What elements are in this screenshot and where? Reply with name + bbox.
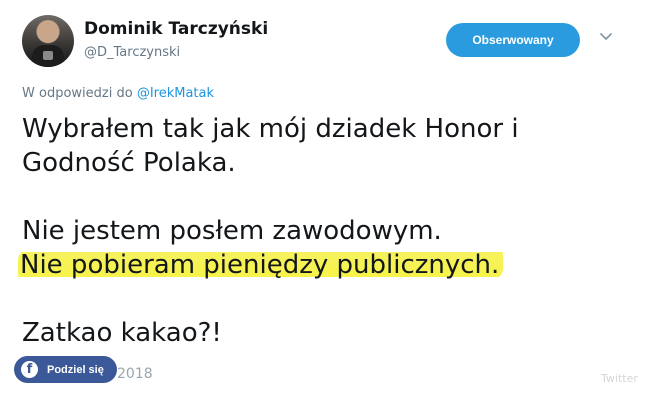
reply-context: W odpowiedzi do @IrekMatak xyxy=(22,86,214,101)
tweet-line: Godność Polaka. xyxy=(22,148,236,178)
reply-mention-link[interactable]: @IrekMatak xyxy=(137,86,214,101)
following-button[interactable]: Obserwowany xyxy=(446,23,580,57)
highlighter-mark: Nie pobieram pieniędzy publicznych. xyxy=(18,250,504,280)
tweet-card: Dominik Tarczyński @D_Tarczynski Obserwo… xyxy=(0,0,648,409)
chevron-down-icon[interactable] xyxy=(599,30,613,44)
tweet-line: Wybrałem tak jak mój dziadek Honor i xyxy=(22,114,519,144)
tweet-date[interactable]: 2018 xyxy=(117,366,153,382)
facebook-share-button[interactable]: f Podziel się xyxy=(14,356,117,383)
tweet-line-highlighted: Nie pobieram pieniędzy publicznych. xyxy=(18,248,622,282)
reply-prefix: W odpowiedzi do xyxy=(22,86,137,101)
tweet-line: Zatkao kakao?! xyxy=(22,318,222,348)
tweet-line: Nie jestem posłem zawodowym. xyxy=(22,216,442,246)
author-avatar[interactable] xyxy=(22,15,74,67)
avatar-shirt-print xyxy=(43,51,53,60)
facebook-icon: f xyxy=(21,361,38,378)
author-handle[interactable]: @D_Tarczynski xyxy=(84,45,180,60)
twitter-watermark: Twitter xyxy=(601,372,638,385)
tweet-text: Wybrałem tak jak mój dziadek Honor i God… xyxy=(18,112,622,350)
author-display-name[interactable]: Dominik Tarczyński xyxy=(84,19,268,39)
share-label: Podziel się xyxy=(47,363,104,376)
